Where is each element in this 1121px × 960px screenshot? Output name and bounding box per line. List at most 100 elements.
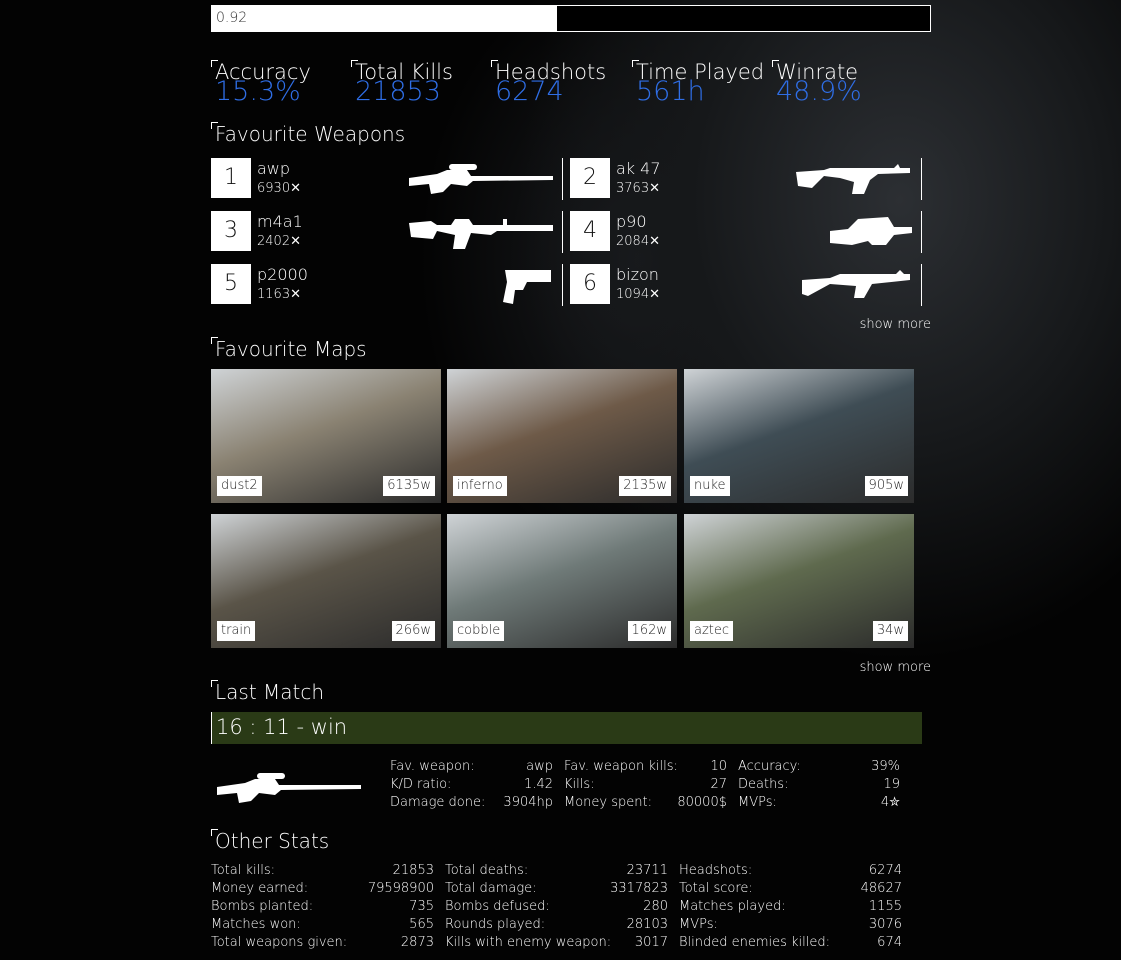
stat-value: 674 bbox=[877, 935, 902, 950]
stat-headshots: Headshots 6274 bbox=[491, 60, 635, 105]
stat-label: MVPs: bbox=[679, 917, 718, 932]
stat-value: 21853 bbox=[392, 863, 434, 878]
stat-value: 4✮ bbox=[880, 795, 900, 810]
map-wins: 162w bbox=[627, 621, 671, 641]
map-wins: 266w bbox=[391, 621, 435, 641]
map-card[interactable]: aztec 34w bbox=[684, 514, 914, 648]
summary-stats: Accuracy 15.3% Total Kills 21853 Headsho… bbox=[211, 60, 931, 110]
weapon-card[interactable]: 1 awp 6930✕ bbox=[211, 158, 563, 200]
stat-value: 27 bbox=[710, 777, 727, 792]
stat-value: 79598900 bbox=[367, 881, 434, 896]
stats-page: 0.92 Accuracy 15.3% Total Kills 21853 He… bbox=[211, 5, 931, 950]
stat-value: 10 bbox=[710, 759, 727, 774]
stat-label: Total kills: bbox=[211, 863, 276, 878]
weapon-name: bizon bbox=[616, 265, 659, 284]
weapons-row: 3 m4a1 2402✕ 4 p90 2084✕ bbox=[211, 211, 931, 253]
weapon-card[interactable]: 5 p2000 1163✕ bbox=[211, 264, 563, 306]
stat-value: 80000$ bbox=[677, 795, 727, 810]
map-card[interactable]: dust2 6135w bbox=[211, 369, 441, 503]
map-name: nuke bbox=[690, 476, 730, 496]
weapons-row: 1 awp 6930✕ 2 ak 47 3763✕ bbox=[211, 158, 931, 200]
stat-label: K/D ratio: bbox=[390, 777, 452, 792]
progress-bar: 0.92 bbox=[211, 5, 931, 32]
stat-value: 48.9% bbox=[776, 76, 862, 107]
stat-value: 21853 bbox=[355, 76, 441, 107]
map-card[interactable]: cobble 162w bbox=[447, 514, 677, 648]
stat-value: 6274 bbox=[868, 863, 902, 878]
map-name: aztec bbox=[690, 621, 734, 641]
stat-time-played: Time Played 561h bbox=[632, 60, 776, 105]
other-stats-title: Other Stats bbox=[211, 829, 329, 853]
last-match-title: Last Match bbox=[211, 680, 324, 704]
stat-accuracy: Accuracy 15.3% bbox=[211, 60, 355, 105]
weapon-kills: 6930✕ bbox=[257, 181, 301, 196]
stat-value: 3904hp bbox=[503, 795, 553, 810]
map-card[interactable]: inferno 2135w bbox=[447, 369, 677, 503]
weapons-title: Favourite Weapons bbox=[211, 122, 405, 146]
maps-title: Favourite Maps bbox=[211, 337, 367, 361]
weapon-kills: 2402✕ bbox=[257, 234, 301, 249]
stat-label: Matches played: bbox=[679, 899, 786, 914]
weapon-name: awp bbox=[257, 159, 291, 178]
weapon-name: p2000 bbox=[257, 265, 308, 284]
weapon-name: m4a1 bbox=[257, 212, 303, 231]
stat-label: Kills: bbox=[564, 777, 595, 792]
stat-label: Headshots: bbox=[679, 863, 753, 878]
stat-value: 3076 bbox=[868, 917, 902, 932]
smg-icon bbox=[830, 217, 912, 245]
stat-value: 735 bbox=[409, 899, 434, 914]
stat-label: Total weapons given: bbox=[211, 935, 348, 950]
weapon-name: ak 47 bbox=[616, 159, 661, 178]
weapon-kills: 3763✕ bbox=[616, 181, 660, 196]
map-name: dust2 bbox=[217, 476, 262, 496]
map-wins: 905w bbox=[864, 476, 908, 496]
stat-value: 23711 bbox=[626, 863, 668, 878]
weapon-card[interactable]: 3 m4a1 2402✕ bbox=[211, 211, 563, 253]
sniper-rifle-icon bbox=[409, 164, 553, 194]
stat-label: Bombs planted: bbox=[211, 899, 314, 914]
weapons-row: 5 p2000 1163✕ 6 bizon 1094✕ bbox=[211, 264, 931, 306]
smg-icon bbox=[802, 270, 910, 298]
map-card[interactable]: nuke 905w bbox=[684, 369, 914, 503]
stat-label: Total score: bbox=[679, 881, 753, 896]
stat-value: 39% bbox=[871, 759, 900, 774]
maps-show-more-link[interactable]: show more bbox=[860, 660, 931, 675]
stat-winrate: Winrate 48.9% bbox=[772, 60, 916, 105]
stat-label: Total deaths: bbox=[445, 863, 529, 878]
progress-fill bbox=[212, 6, 557, 31]
weapon-name: p90 bbox=[616, 212, 647, 231]
stat-value: 3017 bbox=[634, 935, 668, 950]
stat-value: 15.3% bbox=[215, 76, 301, 107]
pistol-icon bbox=[503, 270, 551, 304]
match-result: 16 : 11 - win bbox=[216, 715, 348, 739]
stat-value: awp bbox=[526, 759, 553, 774]
map-card[interactable]: train 266w bbox=[211, 514, 441, 648]
weapon-rank: 4 bbox=[570, 211, 610, 251]
weapon-card[interactable]: 4 p90 2084✕ bbox=[570, 211, 922, 253]
map-name: train bbox=[217, 621, 256, 641]
assault-rifle-icon bbox=[796, 164, 910, 194]
match-result-bar: 16 : 11 - win bbox=[211, 712, 922, 744]
stat-value: 565 bbox=[409, 917, 434, 932]
weapon-card[interactable]: 2 ak 47 3763✕ bbox=[570, 158, 922, 200]
weapon-kills: 2084✕ bbox=[616, 234, 660, 249]
weapon-kills: 1094✕ bbox=[616, 287, 660, 302]
stat-value: 2873 bbox=[400, 935, 434, 950]
stat-value: 280 bbox=[643, 899, 668, 914]
map-wins: 2135w bbox=[619, 476, 671, 496]
stat-value: 19 bbox=[883, 777, 900, 792]
weapon-card[interactable]: 6 bizon 1094✕ bbox=[570, 264, 922, 306]
weapon-rank: 5 bbox=[211, 264, 251, 304]
progress-label: 0.92 bbox=[216, 10, 248, 26]
stat-total-kills: Total Kills 21853 bbox=[351, 60, 495, 105]
carbine-icon bbox=[409, 219, 553, 249]
stat-label: Bombs defused: bbox=[445, 899, 550, 914]
weapons-show-more-link[interactable]: show more bbox=[860, 317, 931, 332]
stat-label: MVPs: bbox=[738, 795, 777, 810]
map-name: cobble bbox=[453, 621, 505, 641]
map-wins: 6135w bbox=[383, 476, 435, 496]
sniper-rifle-icon bbox=[217, 773, 361, 803]
stat-value: 28103 bbox=[626, 917, 668, 932]
stat-value: 48627 bbox=[860, 881, 902, 896]
stat-label: Deaths: bbox=[738, 777, 789, 792]
